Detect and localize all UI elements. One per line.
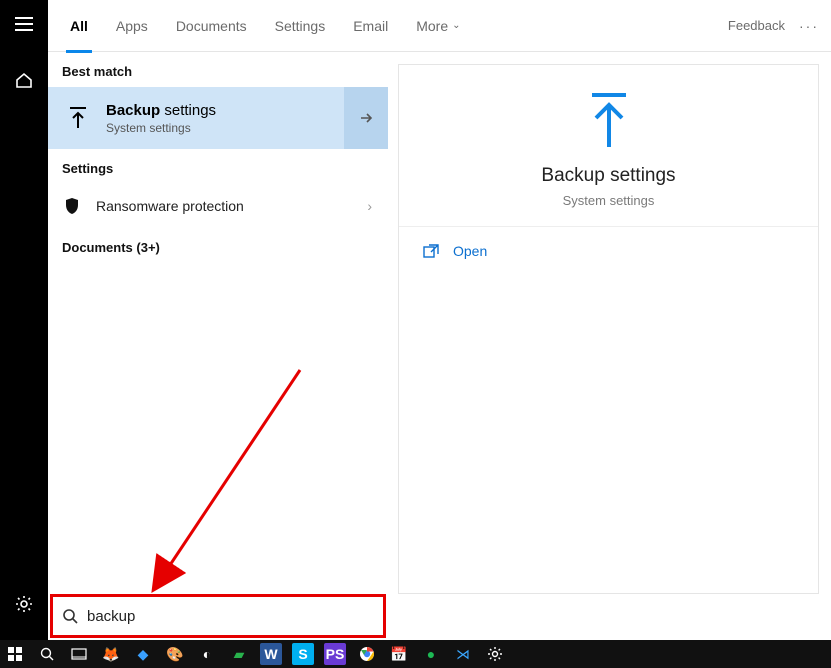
chrome-icon[interactable] (356, 643, 378, 665)
best-match-item[interactable]: Backup settings System settings (48, 87, 388, 149)
tab-all[interactable]: All (56, 0, 102, 52)
documents-heading: Documents (3+) (48, 228, 388, 263)
settings-row-label: Ransomware protection (96, 198, 244, 214)
spotify-icon[interactable]: ● (420, 643, 442, 665)
chevron-right-icon: › (367, 198, 372, 214)
feedback-link[interactable]: Feedback (728, 18, 785, 33)
preview-column: Backup settings System settings Open (388, 52, 831, 640)
results-column: Best match Backup settings System settin… (48, 52, 388, 640)
preview-backup-icon (409, 91, 808, 151)
preview-card: Backup settings System settings Open (398, 64, 819, 594)
home-icon[interactable] (0, 56, 48, 104)
word-icon[interactable]: W (260, 643, 282, 665)
taskbar: 🦊 ◆ 🎨 ◐ ▰ W S PS 📅 ● ⋊ (0, 640, 831, 668)
preview-title: Backup settings (409, 165, 808, 187)
task-view-icon[interactable] (68, 643, 90, 665)
chevron-down-icon: ⌄ (452, 20, 460, 31)
skype-icon[interactable]: S (292, 643, 314, 665)
android-icon[interactable]: ▰ (228, 643, 250, 665)
left-rail (0, 0, 48, 640)
settings-row-ransomware[interactable]: Ransomware protection › (48, 184, 388, 228)
phpstorm-icon[interactable]: PS (324, 643, 346, 665)
tab-more[interactable]: More ⌄ (402, 0, 474, 52)
best-match-heading: Best match (48, 52, 388, 87)
start-icon[interactable] (4, 643, 26, 665)
preview-subtitle: System settings (409, 193, 808, 208)
vscode-icon[interactable]: ⋊ (452, 643, 474, 665)
hamburger-icon[interactable] (0, 0, 48, 48)
tab-apps[interactable]: Apps (102, 0, 162, 52)
tab-label: Documents (176, 18, 247, 34)
shield-icon (62, 197, 82, 215)
settings-heading: Settings (48, 149, 388, 184)
tab-label: Email (353, 18, 388, 34)
gear-icon[interactable] (0, 580, 48, 628)
tab-label: Settings (275, 18, 326, 34)
tab-label: Apps (116, 18, 148, 34)
best-match-expand-button[interactable] (344, 87, 388, 149)
tab-label: All (70, 18, 88, 34)
tab-documents[interactable]: Documents (162, 0, 261, 52)
search-input[interactable] (87, 608, 383, 625)
best-match-title: Backup settings (106, 102, 216, 119)
best-match-subtitle: System settings (106, 121, 216, 135)
preview-open-label: Open (453, 243, 487, 259)
paint-icon[interactable]: 🎨 (164, 643, 186, 665)
tab-label: More (416, 18, 448, 34)
search-icon (53, 609, 87, 624)
more-options-icon[interactable]: ··· (799, 18, 819, 34)
taskbar-settings-icon[interactable] (484, 643, 506, 665)
firefox-icon[interactable]: 🦊 (100, 643, 122, 665)
calendar-icon[interactable]: 📅 (388, 643, 410, 665)
color-picker-icon[interactable]: ◆ (132, 643, 154, 665)
search-panel: All Apps Documents Settings Email More⌄ … (48, 0, 831, 640)
tab-settings[interactable]: Settings (261, 0, 340, 52)
open-icon (423, 244, 439, 258)
backup-arrow-icon (62, 102, 94, 134)
unknown-app-icon[interactable]: ◐ (196, 643, 218, 665)
taskbar-search-icon[interactable] (36, 643, 58, 665)
tabs-bar: All Apps Documents Settings Email More⌄ … (48, 0, 831, 52)
search-input-row (50, 594, 386, 638)
tab-email[interactable]: Email (339, 0, 402, 52)
preview-open-action[interactable]: Open (399, 227, 818, 275)
